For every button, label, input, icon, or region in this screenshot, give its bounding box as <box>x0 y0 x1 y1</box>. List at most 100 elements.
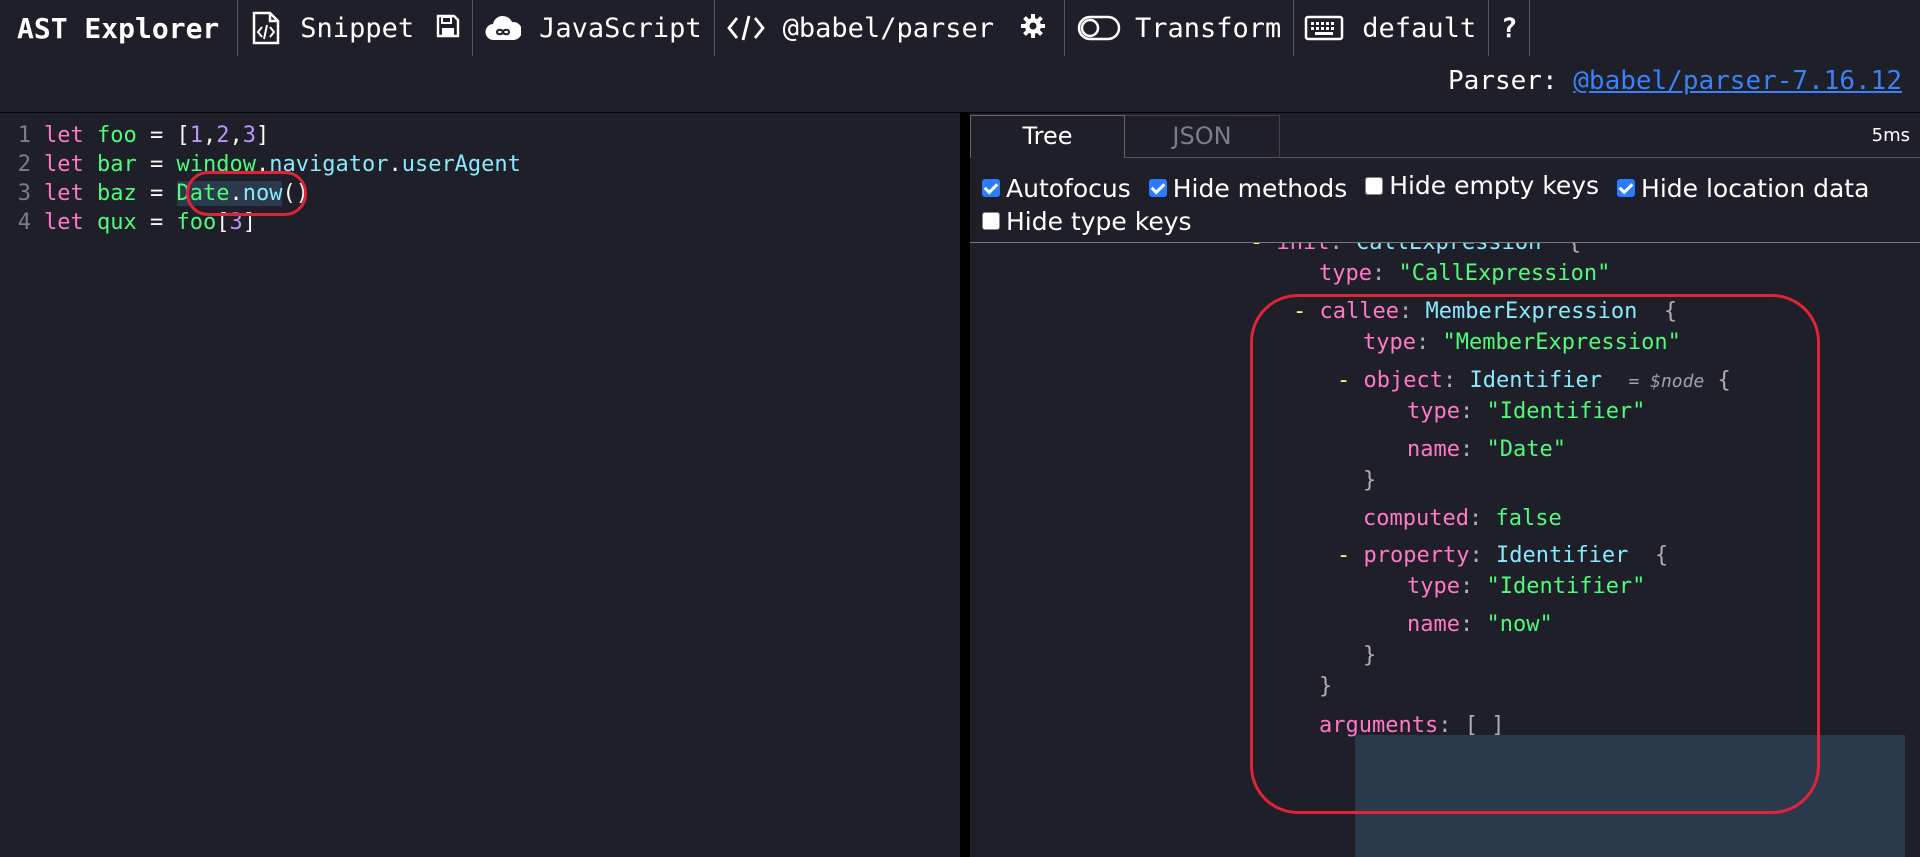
tab-tree[interactable]: Tree <box>970 115 1125 158</box>
node-key: property <box>1363 543 1470 568</box>
code-editor[interactable]: 1 let foo = [1,2,3] 2 let bar = window.nav… <box>0 113 960 857</box>
code-token: baz <box>97 181 137 206</box>
colon: : <box>1459 612 1474 637</box>
parse-time: 5ms <box>1871 125 1910 146</box>
tree-node-callee[interactable]: - callee: MemberExpression { <box>1293 297 1677 327</box>
prop-key: name <box>1407 437 1460 462</box>
parser-version-info: Parser: @babel/parser-7.16.12 <box>1448 66 1902 96</box>
node-reference: = $node <box>1628 371 1705 392</box>
prop-value: "now" <box>1486 612 1553 637</box>
tree-prop-type: type: "Identifier" <box>1407 397 1645 427</box>
option-hide-empty-keys[interactable]: Hide empty keys <box>1365 169 1599 202</box>
code-line[interactable]: 4 let qux = foo[3] <box>0 208 256 237</box>
prop-key: name <box>1407 612 1460 637</box>
node-type: Identifier <box>1469 368 1602 393</box>
brace: { <box>1568 243 1581 255</box>
transform-toggle[interactable]: Transform <box>1065 0 1293 56</box>
output-tabs: Tree JSON 5ms <box>970 113 1920 158</box>
collapse-toggle[interactable]: - <box>1337 368 1350 393</box>
save-button[interactable] <box>426 0 472 56</box>
prop-key: type <box>1363 330 1416 355</box>
selected-node-highlight <box>1355 735 1905 857</box>
brace: { <box>1717 368 1731 393</box>
code-token: . <box>229 181 243 206</box>
checkbox-unchecked-icon[interactable] <box>1365 176 1384 195</box>
tree-prop-arguments[interactable]: arguments: [ ] <box>1319 711 1504 741</box>
node-key: object <box>1363 368 1443 393</box>
keymap-label: default <box>1362 12 1477 44</box>
code-token: () <box>282 181 309 206</box>
code-token: ] <box>256 123 270 148</box>
code-token: 3 <box>229 210 243 235</box>
option-hide-methods[interactable]: Hide methods <box>1148 172 1348 205</box>
checkbox-checked-icon[interactable] <box>1148 179 1167 197</box>
colon: : <box>1459 399 1474 424</box>
code-token: let <box>44 181 84 206</box>
collapse-toggle[interactable]: - <box>1293 299 1306 324</box>
colon: : <box>1442 368 1457 393</box>
prop-key: type <box>1407 399 1460 424</box>
code-token: 2 <box>216 123 230 148</box>
code-token: ] <box>242 210 256 235</box>
line-number: 3 <box>17 181 31 206</box>
transform-label: Transform <box>1134 12 1282 44</box>
closing-brace: } <box>1319 674 1333 699</box>
option-label: Autofocus <box>1006 173 1131 203</box>
checkbox-unchecked-icon[interactable] <box>982 212 1000 230</box>
tree-node-init[interactable]: - init: CallExpression { <box>1250 243 1581 258</box>
prop-value: "Identifier" <box>1486 574 1646 599</box>
node-type: MemberExpression <box>1425 299 1638 324</box>
option-autofocus[interactable]: Autofocus <box>982 172 1131 205</box>
brace: { <box>1654 543 1669 568</box>
code-token: let <box>44 123 84 148</box>
toolbar: AST Explorer Snippet JavaScript @babel/p… <box>0 0 1920 56</box>
keymap-menu[interactable]: default <box>1294 0 1488 56</box>
parser-version-link[interactable]: @babel/parser-7.16.12 <box>1573 66 1902 96</box>
tab-json[interactable]: JSON <box>1125 115 1280 158</box>
tree-prop-name: name: "now" <box>1407 610 1553 640</box>
prop-value: "CallExpression" <box>1398 261 1611 286</box>
tree-node-object[interactable]: - object: Identifier = $node { <box>1337 366 1731 396</box>
option-label: Hide methods <box>1172 173 1348 203</box>
language-menu[interactable]: JavaScript <box>473 0 714 56</box>
code-token: , <box>229 123 243 148</box>
code-token: [ <box>176 123 190 148</box>
parser-label: @babel/parser <box>782 12 994 44</box>
code-token: = <box>150 210 164 235</box>
parser-version-prefix: Parser: <box>1448 66 1558 96</box>
code-line[interactable]: 2 let bar = window.navigator.userAgent <box>0 150 521 179</box>
checkbox-checked-icon[interactable] <box>1617 179 1636 197</box>
code-line[interactable]: 1 let foo = [1,2,3] <box>0 121 270 150</box>
node-key: init <box>1277 243 1330 255</box>
code-token: = <box>150 123 164 148</box>
snippet-menu[interactable]: Snippet <box>238 0 426 56</box>
cloud-icon <box>485 15 522 41</box>
tree-prop-name: name: "Date" <box>1407 435 1566 465</box>
parser-settings-button[interactable] <box>1006 0 1064 56</box>
line-number: 1 <box>17 123 31 148</box>
code-token: [ <box>216 210 230 235</box>
code-line[interactable]: 3 let baz = Date.now() <box>0 179 309 208</box>
checkbox-checked-icon[interactable] <box>982 179 1000 197</box>
code-token: . <box>255 152 270 177</box>
parser-menu[interactable]: @babel/parser <box>715 0 1006 56</box>
panel-splitter[interactable] <box>960 113 970 857</box>
save-icon <box>436 14 460 42</box>
prop-key: arguments <box>1319 713 1439 738</box>
tree-prop-type: type: "Identifier" <box>1407 572 1645 602</box>
prop-value: false <box>1495 506 1562 531</box>
help-button[interactable]: ? <box>1489 0 1529 56</box>
tree-node-property[interactable]: - property: Identifier { <box>1337 541 1668 571</box>
code-token: = <box>150 181 164 206</box>
option-hide-type-keys[interactable]: Hide type keys <box>982 205 1192 238</box>
code-token: window <box>176 152 256 177</box>
code-file-icon <box>250 11 282 45</box>
gear-icon <box>1020 13 1046 43</box>
tree-options: Autofocus Hide methods Hide empty keys H… <box>982 169 1912 238</box>
code-token: navigator <box>269 152 389 177</box>
ast-tree[interactable]: - init: CallExpression { type: "CallExpr… <box>970 243 1905 857</box>
colon: : <box>1438 713 1452 738</box>
collapse-toggle[interactable]: - <box>1337 543 1350 568</box>
colon: : <box>1459 437 1474 462</box>
option-hide-location-data[interactable]: Hide location data <box>1617 172 1869 205</box>
